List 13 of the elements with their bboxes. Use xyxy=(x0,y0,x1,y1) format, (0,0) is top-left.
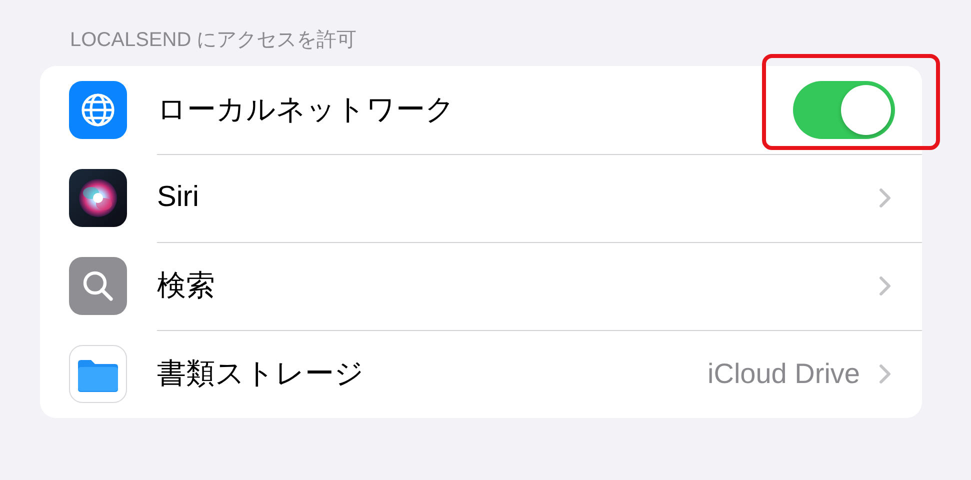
row-label[interactable]: 検索 xyxy=(157,266,878,306)
row-value: iCloud Drive xyxy=(708,358,860,390)
row-label[interactable]: Siri xyxy=(157,181,878,214)
section-header: LOCALSEND にアクセスを許可 xyxy=(70,29,357,51)
folder-icon xyxy=(69,345,127,403)
search-icon xyxy=(69,257,127,315)
chevron-icon xyxy=(878,274,892,296)
row-label[interactable]: ローカルネットワーク xyxy=(157,90,793,130)
chevron-icon xyxy=(878,363,892,385)
siri-orb-icon xyxy=(69,169,127,227)
chevron-icon xyxy=(878,186,892,208)
globe-icon xyxy=(69,81,127,139)
row-label[interactable]: 書類ストレージ xyxy=(157,354,708,394)
